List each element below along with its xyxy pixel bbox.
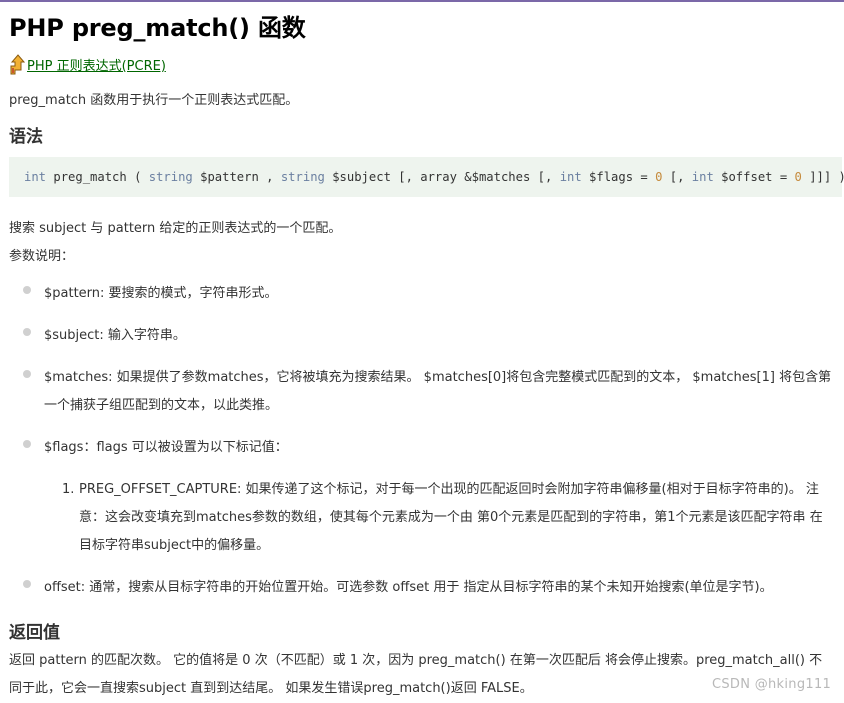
code-keyword: int [691,170,714,184]
top-border [0,0,844,2]
return-text: 返回 pattern 的匹配次数。 它的值将是 0 次（不匹配）或 1 次，因为… [9,653,823,696]
up-arrow-icon [10,54,26,75]
code-text: $pattern , [192,170,281,184]
list-item-subject: $subject: 输入字符串。 [44,328,186,343]
code-text: $offset = [713,170,795,184]
list-item-offset: offset: 通常，搜索从目标字符串的开始位置开始。可选参数 offset 用… [44,580,773,595]
code-text: $subject [, array &$matches [, [324,170,560,184]
code-keyword: int [559,170,582,184]
code-keyword: int [24,170,47,184]
breadcrumb-link-pcre[interactable]: PHP 正则表达式(PCRE) [27,59,166,75]
bullet-dot [23,370,31,378]
list-item-flags: $flags：flags 可以被设置为以下标记值： [44,440,288,455]
section-heading-syntax: 语法 [9,127,43,147]
list-item-pattern: $pattern: 要搜索的模式，字符串形式。 [44,286,278,301]
bullet-dot [23,286,31,294]
code-text: preg_match ( [46,170,149,184]
breadcrumb: PHP 正则表达式(PCRE) [9,52,166,76]
watermark: CSDN @hking111 [712,677,832,692]
params-label: 参数说明： [9,249,75,264]
list-item-matches: $matches: 如果提供了参数matches，它将被填充为搜索结果。 $ma… [44,370,832,413]
page-title: PHP preg_match() 函数 [9,14,306,42]
bullet-dot [23,580,31,588]
description-text: 搜索 subject 与 pattern 给定的正则表达式的一个匹配。 [9,221,342,236]
intro-text: preg_match 函数用于执行一个正则表达式匹配。 [9,93,299,108]
code-text: ]]] ) [801,170,844,184]
bullet-dot [23,328,31,336]
code-text: $flags = [581,170,656,184]
code-number: 0 [794,170,802,184]
bullet-dot [23,440,31,448]
code-keyword: string [280,170,325,184]
code-keyword: string [148,170,193,184]
section-heading-return: 返回值 [9,623,60,643]
list-item-preg-offset-capture: PREG_OFFSET_CAPTURE: 如果传递了这个标记，对于每一个出现的匹… [79,482,823,553]
ordered-list-number: 1. [62,482,75,497]
syntax-code-block: int preg_match ( string $pattern , strin… [9,157,844,197]
code-text: [, [662,170,692,184]
